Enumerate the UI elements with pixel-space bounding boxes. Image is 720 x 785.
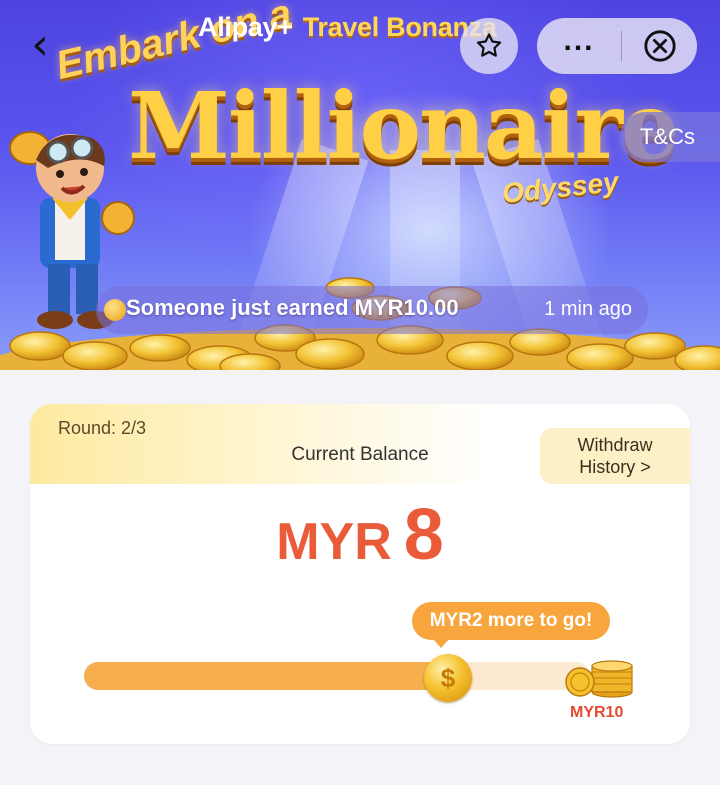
- alipay-plus-logo: Alipay+: [198, 12, 293, 42]
- back-button[interactable]: ‹: [22, 23, 58, 67]
- remaining-tooltip: MYR2 more to go!: [412, 602, 610, 640]
- history-label: History >: [579, 457, 651, 477]
- hero-banner: Embark on a Millionaire Odyssey Someone …: [0, 0, 720, 370]
- withdraw-label: Withdraw: [577, 435, 653, 455]
- balance-currency: MYR: [276, 513, 392, 571]
- coin-stack-icon: [565, 660, 633, 698]
- ticker-timestamp: 1 min ago: [544, 298, 632, 320]
- coin-dollar-glyph: $: [440, 662, 456, 693]
- balance-card: Round: 2/3 Current Balance Withdraw Hist…: [30, 404, 690, 744]
- withdraw-history-button[interactable]: Withdraw History >: [540, 428, 690, 484]
- balance-amount: MYR 8: [30, 494, 690, 576]
- dollar-coin-icon: $: [424, 654, 472, 702]
- tooltip-pointer: [432, 638, 450, 648]
- round-indicator: Round: 2/3: [58, 418, 147, 438]
- close-button[interactable]: [622, 29, 697, 63]
- progress-track: [84, 662, 590, 690]
- headline-millionaire: Millionaire: [128, 72, 679, 180]
- ticker-message: Someone just earned MYR10.00: [126, 295, 459, 320]
- chevron-left-icon: ‹: [31, 19, 49, 70]
- favorite-button[interactable]: [460, 18, 518, 74]
- mini-program-capsule: ...: [537, 18, 697, 74]
- terms-button[interactable]: T&Cs: [620, 112, 720, 162]
- goal-amount: MYR10: [570, 704, 624, 721]
- balance-value: 8: [403, 495, 444, 575]
- progress-fill: [84, 662, 448, 690]
- brand-title: Alipay+ Travel Bonanza: [198, 12, 497, 43]
- earnings-ticker: Someone just earned MYR10.00 1 min ago: [96, 286, 648, 334]
- close-circle-icon: [643, 30, 676, 62]
- more-options-button[interactable]: ...: [537, 26, 621, 66]
- coin-icon: [104, 299, 126, 321]
- ellipsis-icon: ...: [563, 24, 595, 57]
- star-icon: [476, 33, 502, 57]
